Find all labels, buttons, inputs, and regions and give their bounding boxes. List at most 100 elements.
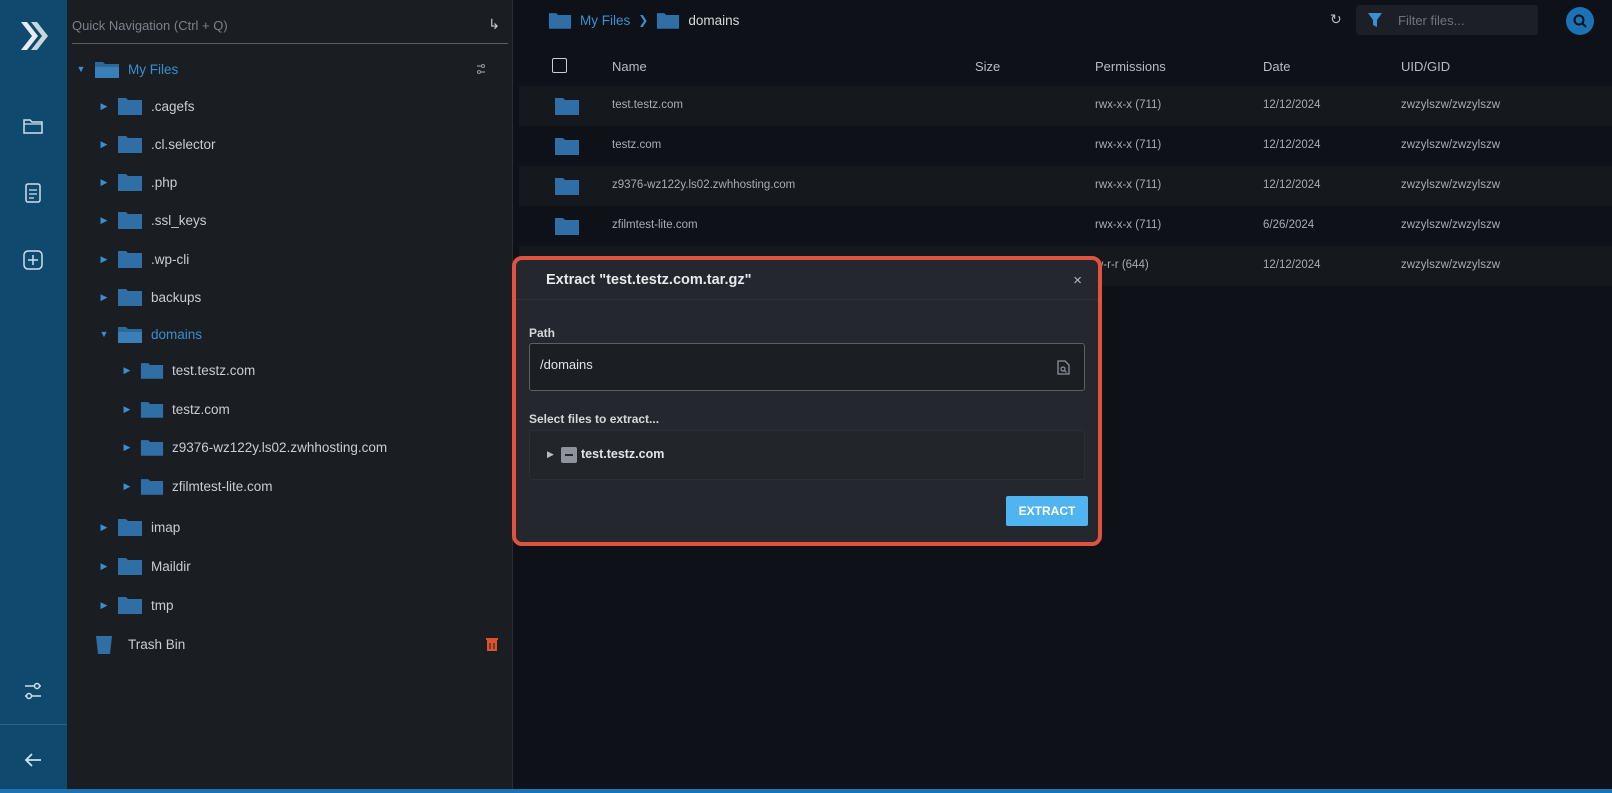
file-entry-label: test.testz.com [581, 447, 665, 461]
filter-files-input[interactable] [1398, 12, 1528, 28]
settings-sliders-icon[interactable] [21, 679, 45, 703]
notes-icon[interactable] [21, 181, 45, 205]
caret-right-icon[interactable]: ▶ [99, 101, 109, 112]
row-date: 12/12/2024 [1263, 179, 1321, 191]
folder-icon [118, 558, 142, 575]
folder-icon [657, 12, 680, 29]
file-manager-icon[interactable] [21, 114, 45, 138]
caret-right-icon[interactable]: ▶ [122, 442, 132, 453]
caret-down-icon[interactable]: ▼ [76, 64, 86, 74]
browse-folder-icon[interactable] [1057, 360, 1070, 375]
tree-item-domains[interactable]: ▼ domains [99, 319, 202, 349]
tree-settings-icon[interactable] [475, 63, 487, 75]
row-permissions: w-r-r (644) [1095, 259, 1149, 271]
refresh-icon[interactable]: ↻ [1330, 11, 1346, 27]
app-logo-icon[interactable] [18, 18, 48, 54]
row-permissions: rwx-x-x (711) [1095, 179, 1162, 191]
row-uid-gid: zwzylszw/zwzylszw [1401, 139, 1501, 151]
quick-navigation-input[interactable] [72, 12, 452, 38]
tree-item-wp-cli[interactable]: ▶ .wp-cli [99, 244, 189, 274]
partial-select-checkbox[interactable] [561, 447, 577, 463]
quick-navigation: ↳ [72, 12, 508, 44]
add-icon[interactable] [21, 248, 45, 272]
caret-right-icon[interactable]: ▶ [547, 449, 554, 460]
folder-icon [118, 136, 142, 153]
tree-item-ssl-keys[interactable]: ▶ .ssl_keys [99, 205, 207, 235]
search-button[interactable] [1566, 7, 1594, 35]
caret-right-icon[interactable]: ▶ [99, 254, 109, 265]
search-icon [1573, 14, 1587, 28]
table-row[interactable]: zfilmtest-lite.com rwx-x-x (711) 6/26/20… [519, 206, 1612, 246]
select-files-label: Select files to extract... [529, 412, 660, 426]
caret-right-icon[interactable]: ▶ [99, 561, 109, 572]
tree-item-z9376[interactable]: ▶ z9376-wz122y.ls02.zwhhosting.com [122, 432, 387, 462]
tree-item-zfilmtest-lite[interactable]: ▶ zfilmtest-lite.com [122, 471, 273, 501]
table-row[interactable]: z9376-wz122y.ls02.zwhhosting.com rwx-x-x… [519, 166, 1612, 206]
bottom-accent-bar [0, 789, 1612, 793]
close-icon[interactable]: × [1073, 272, 1082, 289]
column-uid-gid[interactable]: UID/GID [1401, 59, 1450, 74]
extract-button[interactable]: EXTRACT [1006, 496, 1088, 526]
tree-item-my-files[interactable]: ▼ My Files [76, 54, 178, 84]
back-arrow-icon[interactable] [21, 748, 45, 772]
folder-icon [140, 362, 164, 379]
tree-item-test-testz-com[interactable]: ▶ test.testz.com [122, 355, 255, 385]
folder-icon [118, 519, 142, 536]
tree-item-cagefs[interactable]: ▶ .cagefs [99, 91, 195, 121]
caret-right-icon[interactable]: ▶ [122, 365, 132, 376]
tree-item-label: .wp-cli [151, 251, 190, 267]
path-input[interactable] [540, 357, 1020, 372]
breadcrumb: My Files ❯ domains [548, 8, 739, 32]
caret-right-icon[interactable]: ▶ [99, 292, 109, 303]
path-label: Path [529, 326, 556, 340]
tree-item-testz-com[interactable]: ▶ testz.com [122, 394, 230, 424]
breadcrumb-my-files[interactable]: My Files [580, 13, 630, 28]
breadcrumb-current: domains [688, 12, 740, 28]
files-tree-box: ▶ test.testz.com [529, 430, 1085, 480]
column-permissions[interactable]: Permissions [1095, 59, 1166, 74]
row-permissions: rwx-x-x (711) [1095, 139, 1162, 151]
column-date[interactable]: Date [1263, 59, 1290, 74]
folder-icon [118, 251, 142, 268]
table-row[interactable]: test.testz.com rwx-x-x (711) 12/12/2024 … [519, 86, 1612, 126]
folder-icon [118, 289, 142, 306]
tree-item-imap[interactable]: ▶ imap [99, 512, 180, 542]
caret-right-icon[interactable]: ▶ [99, 522, 109, 533]
trash-bin-icon [96, 636, 112, 654]
folder-icon [555, 138, 579, 155]
caret-right-icon[interactable]: ▶ [99, 177, 109, 188]
folder-icon [118, 597, 142, 614]
table-row[interactable]: testz.com rwx-x-x (711) 12/12/2024 zwzyl… [519, 126, 1612, 166]
tree-item-label: tmp [151, 597, 174, 613]
file-table: Name Size Permissions Date UID/GID test.… [519, 46, 1612, 286]
tree-item-php[interactable]: ▶ .php [99, 167, 177, 197]
tree-item-maildir[interactable]: ▶ Maildir [99, 551, 191, 581]
caret-right-icon[interactable]: ▶ [122, 481, 132, 492]
row-uid-gid: zwzylszw/zwzylszw [1401, 179, 1501, 191]
row-permissions: rwx-x-x (711) [1095, 219, 1162, 231]
extract-dialog: Extract "test.testz.com.tar.gz" × Path S… [512, 256, 1102, 546]
folder-icon [555, 218, 579, 235]
folder-open-icon [95, 62, 119, 78]
tree-item-label: Trash Bin [128, 636, 186, 652]
column-name[interactable]: Name [612, 59, 647, 74]
caret-right-icon[interactable]: ▶ [99, 139, 109, 150]
tree-item-label: zfilmtest-lite.com [172, 478, 273, 494]
tree-item-tmp[interactable]: ▶ tmp [99, 590, 174, 620]
tree-item-cl-selector[interactable]: ▶ .cl.selector [99, 129, 216, 159]
folder-icon [140, 478, 164, 495]
caret-down-icon[interactable]: ▼ [99, 329, 109, 339]
enter-arrow-icon[interactable]: ↳ [488, 16, 500, 33]
table-header: Name Size Permissions Date UID/GID [519, 46, 1612, 86]
empty-trash-icon[interactable] [486, 637, 498, 651]
caret-right-icon[interactable]: ▶ [99, 600, 109, 611]
select-all-checkbox[interactable] [552, 58, 567, 73]
tree-item-backups[interactable]: ▶ backups [99, 282, 201, 312]
caret-right-icon[interactable]: ▶ [122, 404, 132, 415]
caret-right-icon[interactable]: ▶ [99, 215, 109, 226]
column-size[interactable]: Size [975, 59, 1000, 74]
folder-icon [140, 439, 164, 456]
folder-icon [140, 401, 164, 418]
app-rail [0, 0, 67, 793]
tree-item-trash-bin[interactable]: Trash Bin [94, 629, 185, 659]
